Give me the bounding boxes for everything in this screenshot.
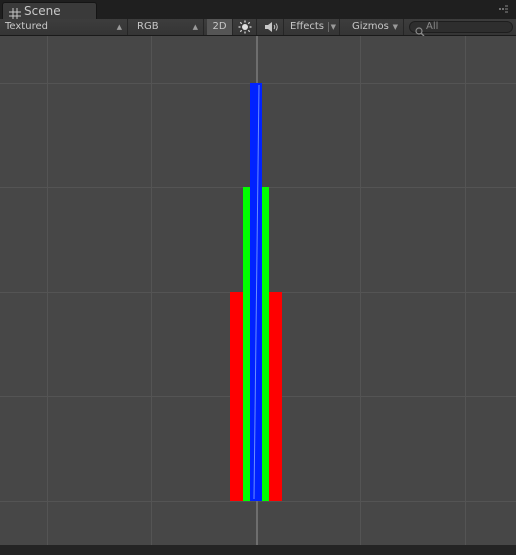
updown-arrow-icon: ▲ (116, 23, 122, 31)
search-input[interactable] (426, 20, 506, 32)
kebab-menu-icon[interactable] (497, 3, 509, 15)
chevron-down-icon: ▼ (392, 23, 398, 31)
grid-line (47, 36, 48, 545)
blue-bar-edge (253, 84, 260, 500)
search-icon (415, 22, 425, 37)
gizmos-label: Gizmos (352, 21, 389, 32)
scene-window: Scene Textured ▲ RGB ▲ 2D Effects ▼ Gizm… (0, 0, 516, 555)
tab-scene[interactable]: Scene (2, 2, 97, 20)
draw-mode-dropdown[interactable]: Textured ▲ (0, 19, 128, 35)
grid-line (360, 36, 361, 545)
grid-icon (9, 5, 21, 20)
divider (328, 22, 329, 32)
toggle-2d-label: 2D (212, 21, 227, 32)
grid-line (0, 501, 516, 502)
grid-line (465, 36, 466, 545)
tab-title: Scene (24, 4, 61, 18)
scene-viewport[interactable] (0, 36, 516, 545)
search-field[interactable] (409, 20, 513, 37)
audio-toggle-button[interactable] (258, 19, 284, 35)
lighting-toggle-button[interactable] (234, 19, 257, 35)
draw-mode-label: Textured (5, 21, 48, 32)
updown-arrow-icon: ▲ (192, 23, 198, 31)
tab-strip: Scene (0, 0, 516, 20)
toggle-2d-button[interactable]: 2D (207, 19, 233, 35)
scene-toolbar: Textured ▲ RGB ▲ 2D Effects ▼ Gizmos ▼ A… (0, 19, 516, 37)
chevron-down-icon: ▼ (330, 23, 336, 31)
render-mode-dropdown[interactable]: RGB ▲ (130, 19, 204, 35)
grid-line (151, 36, 152, 545)
status-bar (0, 545, 516, 555)
render-mode-label: RGB (137, 21, 159, 32)
effects-dropdown[interactable]: Effects ▼ (285, 19, 340, 35)
effects-label: Effects (290, 21, 324, 32)
gizmos-dropdown[interactable]: Gizmos ▼ (347, 19, 404, 35)
speaker-icon (263, 22, 279, 36)
